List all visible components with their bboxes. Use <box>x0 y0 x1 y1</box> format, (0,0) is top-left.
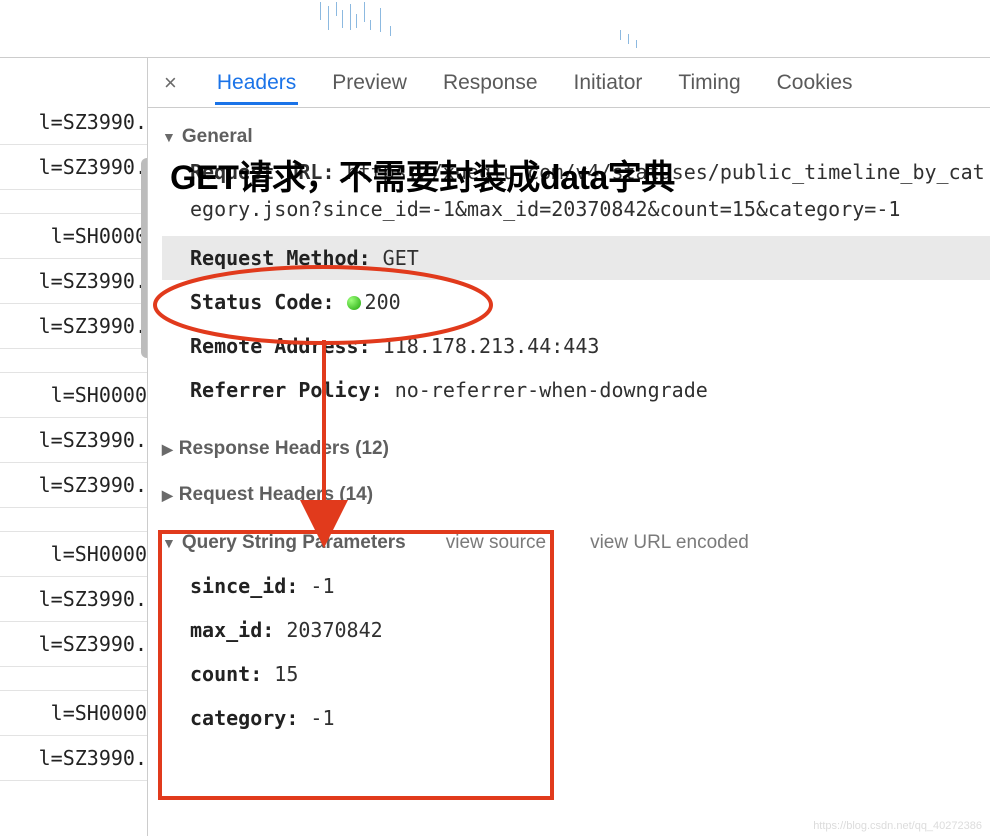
request-method-value: GET <box>383 246 419 270</box>
remote-address-row: Remote Address: 118.178.213.44:443 <box>162 324 990 368</box>
query-param-row: max_id: 20370842 <box>162 608 990 652</box>
request-list-item[interactable]: l=SH0000 <box>0 532 147 577</box>
tab-response[interactable]: Response <box>441 61 540 105</box>
tab-preview[interactable]: Preview <box>330 61 409 105</box>
view-url-encoded-link[interactable]: view URL encoded <box>590 532 749 554</box>
request-list-item[interactable]: l=SH0000 <box>0 214 147 259</box>
waterfall-timeline <box>0 0 990 58</box>
request-list-item[interactable]: l=SZ3990. <box>0 622 147 667</box>
request-list-item[interactable]: l=SZ3990. <box>0 100 147 145</box>
request-list-item[interactable]: l=SH0000 <box>0 691 147 736</box>
waterfall-ticks <box>160 0 980 56</box>
query-param-value: -1 <box>310 574 334 598</box>
request-list-item[interactable]: l=SZ3990. <box>0 736 147 781</box>
annotation-title: GET请求，不需要封装成data字典 <box>170 150 675 199</box>
details-tabs: × Headers Preview Response Initiator Tim… <box>148 58 990 108</box>
remote-address-value: 118.178.213.44:443 <box>383 334 600 358</box>
request-list-item[interactable]: l=SZ3990. <box>0 259 147 304</box>
referrer-policy-row: Referrer Policy: no-referrer-when-downgr… <box>162 368 990 412</box>
close-icon[interactable]: × <box>158 70 183 96</box>
referrer-policy-label: Referrer Policy: <box>190 378 383 402</box>
tab-timing[interactable]: Timing <box>676 61 742 105</box>
request-list-panel: l=SZ3990.l=SZ3990.l=SH0000l=SZ3990.l=SZ3… <box>0 58 148 836</box>
query-param-key: max_id: <box>190 618 274 642</box>
section-request-headers[interactable]: ▶ Request Headers (14) <box>162 476 990 512</box>
query-param-row: since_id: -1 <box>162 564 990 608</box>
status-ok-icon <box>347 296 361 310</box>
caret-right-icon: ▶ <box>162 441 173 458</box>
section-response-headers-label: Response Headers (12) <box>179 438 389 460</box>
status-code-value: 200 <box>365 290 401 314</box>
remote-address-label: Remote Address: <box>190 334 371 358</box>
status-code-row: Status Code: 200 <box>162 280 990 324</box>
section-general[interactable]: ▼ General <box>162 118 990 154</box>
tab-cookies[interactable]: Cookies <box>775 61 855 105</box>
list-gap <box>0 667 147 691</box>
referrer-policy-value: no-referrer-when-downgrade <box>395 378 708 402</box>
scrollbar-thumb[interactable] <box>141 158 148 358</box>
query-param-value: 20370842 <box>286 618 382 642</box>
tab-headers[interactable]: Headers <box>215 61 298 105</box>
query-param-key: since_id: <box>190 574 298 598</box>
list-gap <box>0 508 147 532</box>
request-list-item[interactable]: l=SZ3990. <box>0 145 147 190</box>
query-param-key: category: <box>190 706 298 730</box>
section-query-string-label: Query String Parameters <box>182 532 406 554</box>
query-param-row: count: 15 <box>162 652 990 696</box>
caret-down-icon: ▼ <box>162 535 176 551</box>
section-request-headers-label: Request Headers (14) <box>179 484 373 506</box>
tab-initiator[interactable]: Initiator <box>572 61 645 105</box>
section-general-label: General <box>182 126 253 148</box>
request-list-item[interactable]: l=SZ3990. <box>0 463 147 508</box>
list-gap <box>0 190 147 214</box>
query-param-value: 15 <box>274 662 298 686</box>
status-code-label: Status Code: <box>190 290 335 314</box>
request-list-item[interactable]: l=SZ3990. <box>0 304 147 349</box>
query-param-row: category: -1 <box>162 696 990 740</box>
query-param-key: count: <box>190 662 262 686</box>
section-query-string[interactable]: ▼ Query String Parameters <box>162 532 406 554</box>
view-source-link[interactable]: view source <box>446 532 546 554</box>
request-list-item[interactable]: l=SZ3990. <box>0 577 147 622</box>
query-param-value: -1 <box>310 706 334 730</box>
section-response-headers[interactable]: ▶ Response Headers (12) <box>162 430 990 466</box>
caret-down-icon: ▼ <box>162 129 176 145</box>
list-gap <box>0 349 147 373</box>
request-method-row: Request Method: GET <box>162 236 990 280</box>
request-method-label: Request Method: <box>190 246 371 270</box>
watermark: https://blog.csdn.net/qq_40272386 <box>813 820 982 832</box>
request-list-item[interactable]: l=SZ3990. <box>0 418 147 463</box>
caret-right-icon: ▶ <box>162 487 173 504</box>
request-list-item[interactable]: l=SH0000 <box>0 373 147 418</box>
